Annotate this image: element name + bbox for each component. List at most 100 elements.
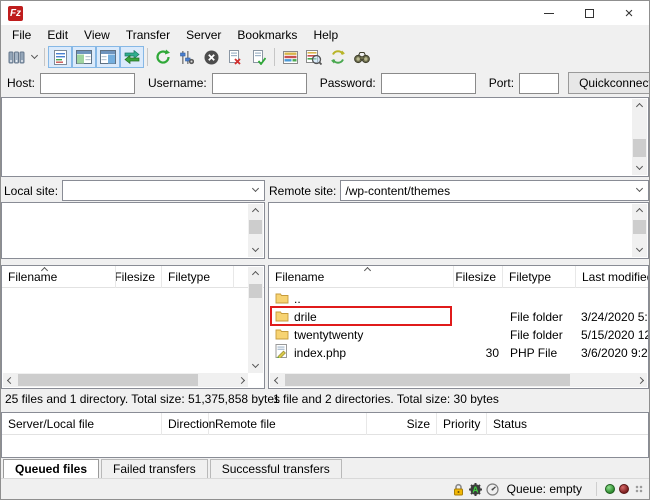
filter-button[interactable]	[278, 46, 302, 68]
find-files-icon	[354, 51, 370, 64]
cancel-button[interactable]	[199, 46, 223, 68]
column-header-filename[interactable]: Filename	[269, 266, 454, 288]
menu-view[interactable]: View	[76, 26, 118, 44]
scroll-up-icon[interactable]	[248, 204, 263, 219]
filetype: PHP File	[510, 346, 577, 360]
resize-grip[interactable]	[635, 485, 643, 493]
column-header-direction[interactable]: Direction	[162, 413, 209, 435]
column-header-remote-file[interactable]: Remote file	[209, 413, 367, 435]
local-list-header: Filename Filesize Filetype	[2, 266, 264, 288]
sort-ascending-icon	[364, 267, 371, 274]
remote-pane-status: 1 file and 2 directories. Total size: 30…	[273, 392, 499, 406]
transfer-queue-icon	[124, 50, 140, 64]
remote-site-row: Remote site: /wp-content/themes	[269, 180, 649, 201]
scroll-right-icon[interactable]	[234, 373, 248, 387]
filesize: 30	[455, 346, 499, 360]
column-header-filesize[interactable]: Filesize	[454, 266, 503, 288]
column-header-filename[interactable]: Filename	[2, 266, 116, 288]
scroll-down-icon[interactable]	[632, 242, 647, 257]
maximize-icon	[585, 9, 594, 18]
synchronized-browsing-button[interactable]	[326, 46, 350, 68]
tab-successful-transfers[interactable]: Successful transfers	[210, 459, 342, 479]
username-input[interactable]	[212, 73, 307, 94]
scroll-up-icon[interactable]	[632, 204, 647, 219]
scrollbar-thumb[interactable]	[633, 139, 646, 157]
password-input[interactable]	[381, 73, 476, 94]
local-pane-status: 25 files and 1 directory. Total size: 51…	[5, 392, 280, 406]
tab-failed-transfers[interactable]: Failed transfers	[101, 459, 208, 479]
scrollbar-thumb[interactable]	[249, 284, 262, 298]
column-header-priority[interactable]: Priority	[437, 413, 487, 435]
find-files-button[interactable]	[350, 46, 374, 68]
maximize-button[interactable]	[569, 1, 609, 25]
scroll-right-icon[interactable]	[633, 373, 647, 387]
column-header-size[interactable]: Size	[367, 413, 437, 435]
menu-transfer[interactable]: Transfer	[118, 26, 178, 44]
remote-tree	[268, 202, 649, 259]
message-log-icon	[54, 50, 67, 65]
file-row-twentytwenty[interactable]: twentytwenty File folder 5/15/2020 12:	[270, 326, 648, 344]
local-site-combobox[interactable]	[62, 180, 265, 201]
lock-icon[interactable]	[452, 483, 465, 496]
site-manager-dropdown-button[interactable]	[28, 46, 41, 68]
auto-transfer-type-icon[interactable]: A	[469, 483, 482, 496]
scroll-up-icon[interactable]	[248, 267, 263, 282]
column-header-status[interactable]: Status	[487, 413, 607, 435]
tab-queued-files[interactable]: Queued files	[3, 459, 99, 479]
host-input[interactable]	[40, 73, 135, 94]
toggle-local-tree-button[interactable]	[72, 46, 96, 68]
disconnect-button[interactable]	[223, 46, 247, 68]
menu-help[interactable]: Help	[305, 26, 346, 44]
column-header-last-modified[interactable]: Last modified	[576, 266, 648, 288]
column-header-server-local-file[interactable]: Server/Local file	[2, 413, 162, 435]
file-row-index-php[interactable]: index.php 30 PHP File 3/6/2020 9:23	[270, 344, 648, 362]
close-button[interactable]: ×	[609, 1, 649, 25]
column-header-filetype[interactable]: Filetype	[503, 266, 576, 288]
local-list-hscrollbar[interactable]	[3, 373, 248, 387]
refresh-icon	[155, 49, 171, 65]
menu-bookmarks[interactable]: Bookmarks	[229, 26, 305, 44]
last-modified: 3/24/2020 5:0	[581, 310, 648, 324]
site-manager-button[interactable]	[4, 46, 28, 68]
quickconnect-bar: Host: Username: Password: Port: Quickcon…	[1, 69, 649, 97]
toggle-transfer-queue-button[interactable]	[120, 46, 144, 68]
chevron-down-icon	[636, 185, 643, 192]
scroll-left-icon[interactable]	[270, 373, 284, 387]
scroll-left-icon[interactable]	[3, 373, 17, 387]
toggle-message-log-button[interactable]	[48, 46, 72, 68]
compare-icon	[306, 50, 322, 65]
scrollbar-thumb[interactable]	[633, 220, 646, 234]
menu-file[interactable]: File	[4, 26, 39, 44]
scrollbar-thumb[interactable]	[18, 374, 198, 386]
scrollbar-thumb[interactable]	[285, 374, 570, 386]
remote-site-value: /wp-content/themes	[345, 184, 450, 198]
toggle-remote-tree-button[interactable]	[96, 46, 120, 68]
remote-tree-scrollbar[interactable]	[632, 204, 647, 257]
reconnect-button[interactable]	[247, 46, 271, 68]
folder-icon	[275, 292, 289, 304]
transfer-queue-panel: Server/Local file Direction Remote file …	[1, 412, 649, 458]
menu-edit[interactable]: Edit	[39, 26, 76, 44]
minimize-button[interactable]	[529, 1, 569, 25]
column-header-filetype[interactable]: Filetype	[162, 266, 234, 288]
refresh-button[interactable]	[151, 46, 175, 68]
remote-site-combobox[interactable]: /wp-content/themes	[340, 180, 649, 201]
column-header-filesize[interactable]: Filesize	[116, 266, 162, 288]
menu-server[interactable]: Server	[178, 26, 229, 44]
filetype: File folder	[510, 310, 577, 324]
toolbar-separator	[147, 48, 148, 66]
message-log-scrollbar[interactable]	[632, 99, 647, 175]
scrollbar-thumb[interactable]	[249, 220, 262, 234]
scroll-down-icon[interactable]	[248, 358, 263, 373]
local-list-vscrollbar[interactable]	[248, 267, 263, 373]
port-input[interactable]	[519, 73, 559, 94]
local-tree-scrollbar[interactable]	[248, 204, 263, 257]
process-queue-button[interactable]	[175, 46, 199, 68]
scroll-up-icon[interactable]	[632, 99, 647, 114]
scroll-down-icon[interactable]	[248, 242, 263, 257]
quickconnect-button[interactable]: Quickconnect	[568, 72, 650, 94]
remote-list-hscrollbar[interactable]	[270, 373, 647, 387]
speed-limits-icon[interactable]	[486, 483, 499, 496]
directory-comparison-button[interactable]	[302, 46, 326, 68]
scroll-down-icon[interactable]	[632, 160, 647, 175]
